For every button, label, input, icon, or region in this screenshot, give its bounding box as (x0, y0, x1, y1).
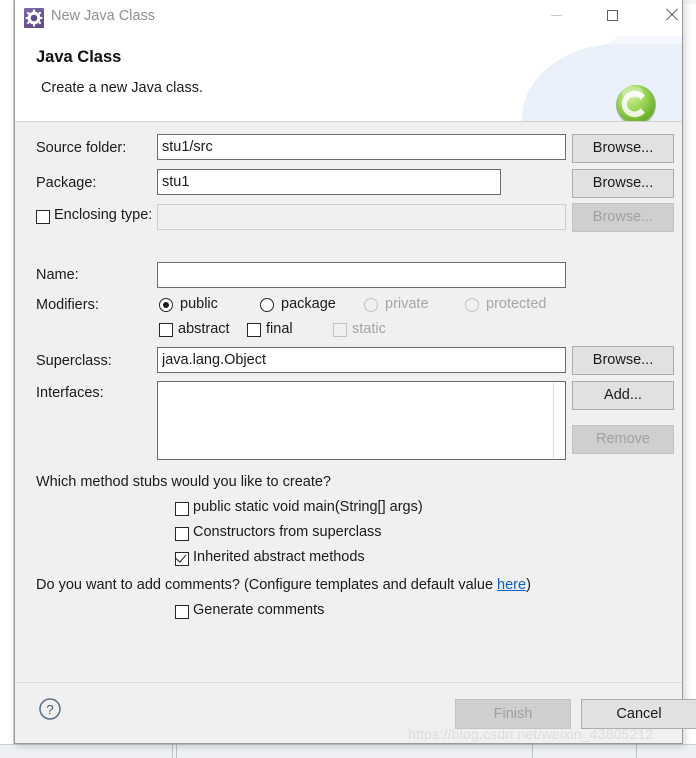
cancel-button[interactable]: Cancel (581, 699, 696, 729)
source-folder-browse-button[interactable]: Browse... (572, 134, 674, 163)
java-class-badge-icon (613, 82, 661, 121)
modifier-checkbox-static[interactable] (333, 323, 347, 337)
gear-icon (24, 8, 44, 28)
package-label: Package: (36, 175, 97, 191)
generate-comments-label: Generate comments (193, 602, 325, 618)
modifiers-label: Modifiers: (36, 297, 99, 313)
modifier-radio-public[interactable] (159, 298, 173, 312)
background-divider (532, 744, 533, 758)
minimize-button[interactable] (534, 0, 579, 30)
wizard-banner: Java Class Create a new Java class. (15, 36, 682, 121)
interfaces-scrollbar[interactable] (553, 382, 565, 459)
configure-templates-link[interactable]: here (497, 577, 526, 593)
stub-label-main: public static void main(String[] args) (193, 499, 423, 515)
package-browse-button[interactable]: Browse... (572, 169, 674, 198)
enclosing-type-label: Enclosing type: (54, 207, 153, 223)
page-description: Create a new Java class. (41, 80, 203, 96)
background-left-panel (0, 0, 14, 758)
maximize-button[interactable] (590, 0, 635, 30)
superclass-browse-button[interactable]: Browse... (572, 346, 674, 375)
interfaces-list[interactable] (157, 381, 566, 460)
maximize-icon (607, 9, 618, 21)
svg-text:?: ? (46, 702, 53, 717)
comments-question-suffix: ) (526, 577, 531, 593)
modifier-checkbox-abstract[interactable] (159, 323, 173, 337)
modifier-label-final: final (266, 321, 293, 337)
enclosing-type-input[interactable] (157, 204, 566, 230)
form-body: Source folder: Browse... Package: Browse… (15, 122, 682, 682)
new-java-class-dialog: New Java Class Java Class Create a new J… (14, 0, 696, 744)
name-input[interactable] (157, 262, 566, 288)
interfaces-label: Interfaces: (36, 385, 104, 401)
close-icon (665, 8, 679, 22)
method-stubs-question: Which method stubs would you like to cre… (36, 474, 331, 490)
name-label: Name: (36, 267, 79, 283)
finish-button[interactable]: Finish (455, 699, 571, 729)
stub-checkbox-constructors[interactable] (175, 527, 189, 541)
enclosing-type-browse-button[interactable]: Browse... (572, 203, 674, 232)
modifier-radio-protected[interactable] (465, 298, 479, 312)
help-icon[interactable]: ? (38, 697, 62, 721)
window-title: New Java Class (51, 8, 155, 24)
page-title: Java Class (36, 48, 122, 66)
background-divider (176, 744, 177, 758)
interfaces-add-button[interactable]: Add... (572, 381, 674, 410)
source-folder-input[interactable] (157, 134, 566, 160)
modifier-checkbox-final[interactable] (247, 323, 261, 337)
comments-question: Do you want to add comments? (Configure … (36, 577, 531, 593)
stub-checkbox-main[interactable] (175, 502, 189, 516)
modifier-label-abstract: abstract (178, 321, 230, 337)
modifier-label-protected: protected (486, 296, 547, 312)
background-status-bar (0, 744, 696, 758)
source-folder-label: Source folder: (36, 140, 127, 156)
stub-checkbox-inherited[interactable] (175, 551, 189, 566)
modifier-label-private: private (385, 296, 429, 312)
stub-label-constructors: Constructors from superclass (193, 524, 382, 540)
background-divider (636, 744, 637, 758)
watermark: https://blog.csdn.net/weixin_43805212 (408, 726, 654, 742)
background-divider (172, 744, 173, 758)
radio-dot (163, 302, 169, 308)
interfaces-remove-button[interactable]: Remove (572, 425, 674, 454)
superclass-input[interactable] (157, 347, 566, 373)
comments-question-prefix: Do you want to add comments? (Configure … (36, 577, 498, 593)
package-input[interactable] (157, 169, 501, 195)
close-button[interactable] (649, 0, 694, 30)
enclosing-type-checkbox[interactable] (36, 210, 50, 224)
modifier-label-public: public (180, 296, 218, 312)
checkmark-icon (175, 551, 187, 563)
title-bar: New Java Class (15, 0, 682, 36)
minimize-icon (551, 14, 562, 16)
modifier-label-package: package (281, 296, 336, 312)
modifier-radio-package[interactable] (260, 298, 274, 312)
modifier-label-static: static (352, 321, 386, 337)
superclass-label: Superclass: (36, 353, 112, 369)
stub-label-inherited: Inherited abstract methods (193, 549, 365, 565)
modifier-radio-private[interactable] (364, 298, 378, 312)
generate-comments-checkbox[interactable] (175, 605, 189, 619)
